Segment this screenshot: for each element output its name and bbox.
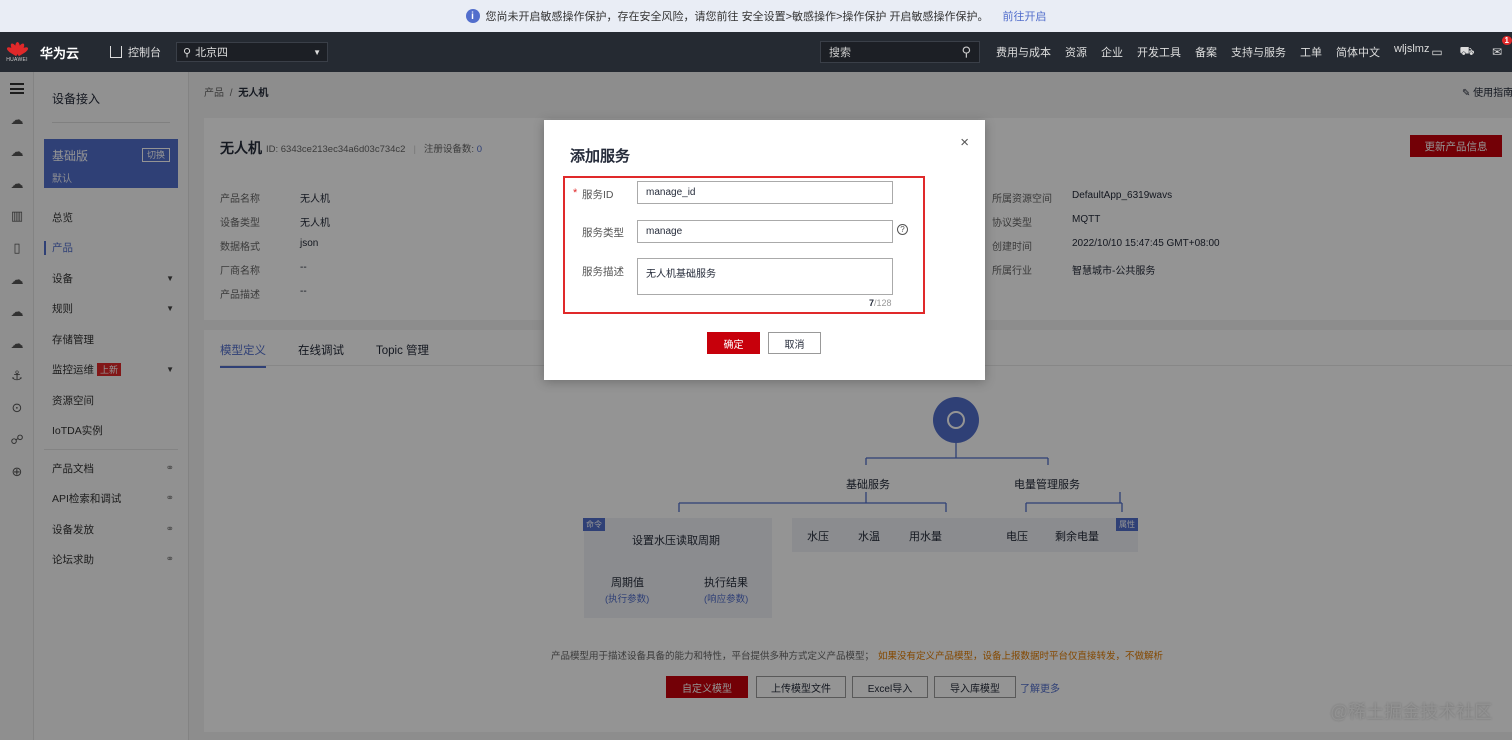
region-value: 北京四	[195, 47, 229, 59]
region-select[interactable]: ⚲ 北京四 ▼	[176, 42, 328, 62]
terminal-icon[interactable]: ▭	[1422, 45, 1452, 59]
service-type-label: 服务类型	[582, 227, 624, 239]
service-desc-textarea[interactable]: 无人机基础服务	[637, 258, 893, 295]
info-icon: i	[465, 9, 480, 23]
char-counter: 7/128	[869, 298, 892, 308]
brand-name[interactable]: 华为云	[40, 43, 96, 62]
logo-caption: HUAWEI	[6, 56, 28, 63]
service-type-input[interactable]: manage	[637, 220, 893, 243]
console-label: 控制台	[128, 47, 161, 59]
global-search-input[interactable]: 搜索 ⚲	[820, 41, 980, 63]
search-placeholder: 搜索	[829, 47, 851, 59]
close-icon[interactable]: ×	[960, 134, 969, 151]
notice-link[interactable]: 前往开启	[1002, 8, 1046, 24]
service-desc-label: 服务描述	[582, 266, 624, 278]
nav-cost[interactable]: 费用与成本	[996, 44, 1051, 60]
dialog-title: 添加服务	[570, 148, 631, 165]
add-service-dialog: 添加服务 × * 服务ID manage_id 服务类型 manage ? 服务…	[544, 120, 985, 380]
location-pin-icon: ⚲	[183, 47, 192, 59]
cancel-button[interactable]: 取消	[768, 332, 821, 354]
top-header: HUAWEI 华为云 控制台 ⚲ 北京四 ▼ 搜索 ⚲ 费用与成本 资源 企业 开…	[0, 32, 1512, 72]
header-icons: ▭ ⛟ ✉ 1	[1422, 36, 1512, 60]
huawei-logo[interactable]: HUAWEI	[0, 41, 34, 63]
nav-enterprise[interactable]: 企业	[1101, 44, 1123, 60]
nav-dev-tools[interactable]: 开发工具	[1137, 44, 1181, 60]
chevron-down-icon: ▼	[313, 47, 321, 57]
nav-support[interactable]: 支持与服务	[1231, 44, 1286, 60]
security-notice-bar: i 您尚未开启敏感操作保护，存在安全风险，请您前往 安全设置>敏感操作>操作保护…	[0, 0, 1512, 32]
service-id-label: 服务ID	[582, 189, 614, 201]
help-icon[interactable]: ?	[897, 224, 908, 235]
notice-text: 您尚未开启敏感操作保护，存在安全风险，请您前往 安全设置>敏感操作>操作保护 开…	[485, 11, 989, 23]
nav-resources[interactable]: 资源	[1065, 44, 1087, 60]
top-nav: 费用与成本 资源 企业 开发工具 备案 支持与服务 工单 简体中文 wljslm…	[996, 43, 1443, 60]
required-mark: *	[573, 187, 578, 199]
confirm-button[interactable]: 确定	[707, 332, 760, 354]
search-icon[interactable]: ⚲	[961, 44, 971, 60]
nav-tickets[interactable]: 工单	[1300, 44, 1322, 60]
cart-icon[interactable]: ⛟	[1452, 44, 1482, 60]
mail-icon[interactable]: ✉ 1	[1482, 36, 1512, 59]
nav-icp[interactable]: 备案	[1195, 44, 1217, 60]
message-count-badge: 1	[1501, 36, 1512, 45]
home-icon	[110, 46, 122, 58]
service-id-input[interactable]: manage_id	[637, 181, 893, 204]
nav-language[interactable]: 简体中文	[1336, 44, 1380, 60]
console-link[interactable]: 控制台	[110, 44, 170, 60]
